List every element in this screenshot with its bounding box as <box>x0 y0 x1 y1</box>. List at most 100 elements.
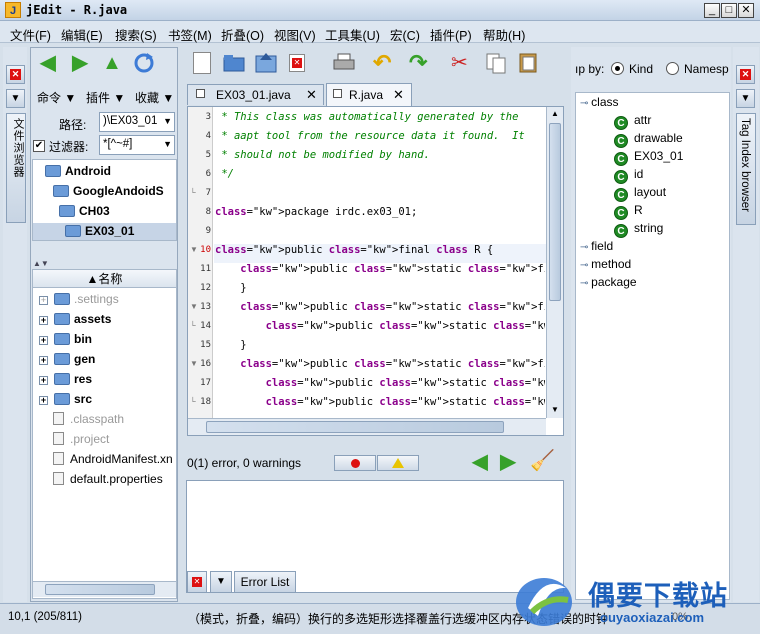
tag-tree-item[interactable]: Cid <box>614 167 643 184</box>
tree-handle-icon[interactable]: ⊸ <box>580 98 591 109</box>
menu-file[interactable]: 文件(F) <box>10 25 51 44</box>
file-browser-dock-tab[interactable]: 文件浏览器 <box>6 113 26 223</box>
menu-view[interactable]: 视图(V) <box>274 25 316 44</box>
next-error-icon[interactable]: ▶ <box>497 451 519 473</box>
show-errors-toggle[interactable] <box>334 455 376 471</box>
close-right-dock-button[interactable]: ✕ <box>736 65 755 84</box>
splitter-handle[interactable]: ▲▼ <box>33 259 49 268</box>
expand-toggle-icon[interactable]: + <box>39 396 48 405</box>
error-panel-menu-button[interactable]: ▼ <box>210 571 232 593</box>
file-list-row[interactable]: .project <box>53 432 109 446</box>
clear-errors-broom-icon[interactable]: 🧹 <box>530 450 555 472</box>
parent-dir-item-selected[interactable]: EX03_01 <box>65 224 134 238</box>
copy-icon[interactable] <box>485 52 507 74</box>
menu-plugins[interactable]: 插件(P) <box>430 25 472 44</box>
tag-index-dock-tab[interactable]: Tag Index browser <box>736 113 756 225</box>
fold-marker-icon[interactable]: ▼ <box>190 359 198 368</box>
fold-marker-icon[interactable]: └ <box>190 321 196 330</box>
tag-tree-item[interactable]: Clayout <box>614 185 666 202</box>
back-arrow-icon[interactable]: ◀ <box>37 52 59 74</box>
line-number: 3 <box>205 112 211 122</box>
file-list-row[interactable]: + bin <box>39 332 92 346</box>
minimize-button[interactable]: _ <box>704 3 720 18</box>
namespace-radio[interactable] <box>666 62 679 75</box>
tag-tree-item[interactable]: CR <box>614 203 643 220</box>
file-list-row[interactable]: default.properties <box>53 472 163 486</box>
tree-handle-icon[interactable]: ⊸ <box>580 260 591 271</box>
tab-r-java[interactable]: R.java ✕ <box>326 83 412 106</box>
new-file-icon[interactable] <box>193 52 211 74</box>
tab-ex03-01[interactable]: EX03_01.java ✕ <box>187 84 324 105</box>
path-input[interactable]: )\EX03_01 ▼ <box>99 112 175 132</box>
maximize-button[interactable]: □ <box>721 3 737 18</box>
file-list-hscroll[interactable] <box>33 581 176 597</box>
refresh-icon[interactable] <box>133 52 155 74</box>
fold-marker-icon[interactable]: ▼ <box>190 302 198 311</box>
tag-tree-group[interactable]: ⊸ field <box>580 239 613 253</box>
show-warnings-toggle[interactable] <box>377 455 419 471</box>
tag-tree-item[interactable]: Cstring <box>614 221 663 238</box>
file-list-row[interactable]: AndroidManifest.xn <box>53 452 173 466</box>
tag-tree-item[interactable]: C EX03_01 <box>614 149 683 166</box>
parent-dir-item[interactable]: GoogleAndoidS <box>53 184 164 198</box>
tree-handle-icon[interactable]: ⊸ <box>580 278 591 289</box>
right-dock-menu-button[interactable]: ▼ <box>736 89 755 108</box>
fold-marker-icon[interactable]: └ <box>190 397 196 406</box>
fold-marker-icon[interactable]: └ <box>190 188 196 197</box>
tag-tree-group[interactable]: ⊸ class <box>580 95 619 109</box>
close-tab-icon[interactable]: ✕ <box>306 87 317 103</box>
close-tab-icon[interactable]: ✕ <box>393 87 404 103</box>
save-icon[interactable] <box>255 53 277 75</box>
tag-tree-group[interactable]: ⊸ package <box>580 275 637 289</box>
open-file-icon[interactable] <box>223 53 245 75</box>
parent-dir-item[interactable]: Android <box>45 164 111 178</box>
error-list-tab[interactable]: Error List <box>234 571 296 593</box>
close-buffer-icon[interactable]: ✕ <box>289 54 305 72</box>
cut-icon[interactable]: ✂ <box>451 52 473 74</box>
undo-icon[interactable]: ↶ <box>373 52 395 74</box>
editor-vscroll[interactable]: ▲ ▼ <box>546 107 563 418</box>
tag-tree-group[interactable]: ⊸ method <box>580 257 631 271</box>
forward-arrow-icon[interactable]: ▶ <box>69 52 91 74</box>
menu-help[interactable]: 帮助(H) <box>483 25 525 44</box>
expand-toggle-icon[interactable]: + <box>39 336 48 345</box>
tag-tree-item[interactable]: Cdrawable <box>614 131 683 148</box>
menu-bookmarks[interactable]: 书签(M) <box>168 25 212 44</box>
plugins-menu[interactable]: 插件 ▼ <box>86 89 125 106</box>
up-arrow-icon[interactable]: ▲ <box>101 52 123 74</box>
menu-edit[interactable]: 编辑(E) <box>61 25 103 44</box>
filter-checkbox[interactable]: ✔ <box>33 140 45 152</box>
paste-icon[interactable] <box>517 51 539 73</box>
close-error-panel-button[interactable]: ✕ <box>187 571 207 593</box>
parent-dir-item[interactable]: CH03 <box>59 204 110 218</box>
file-list-row[interactable]: .classpath <box>53 412 124 426</box>
print-icon[interactable] <box>333 53 355 75</box>
expand-toggle-icon[interactable]: + <box>39 356 48 365</box>
file-list-row[interactable]: + res <box>39 372 92 386</box>
commands-menu[interactable]: 命令 ▼ <box>37 89 76 106</box>
menu-utilities[interactable]: 工具集(U) <box>325 25 380 44</box>
expand-toggle-icon[interactable]: + <box>39 316 48 325</box>
file-list-row[interactable]: + gen <box>39 352 95 366</box>
favorites-menu[interactable]: 收藏 ▼ <box>135 89 174 106</box>
close-dock-button[interactable]: ✕ <box>6 65 25 84</box>
close-button[interactable]: ✕ <box>738 3 754 18</box>
fold-marker-icon[interactable]: ▼ <box>190 245 198 254</box>
menu-search[interactable]: 搜索(S) <box>115 25 157 44</box>
menu-macros[interactable]: 宏(C) <box>390 25 420 44</box>
expand-toggle-icon[interactable]: + <box>39 296 48 305</box>
dock-menu-button[interactable]: ▼ <box>6 89 25 108</box>
redo-icon[interactable]: ↷ <box>409 52 431 74</box>
file-list-row[interactable]: + src <box>39 392 92 406</box>
tag-tree-item[interactable]: Cattr <box>614 113 651 130</box>
editor-hscroll[interactable] <box>188 418 546 435</box>
file-list-row[interactable]: + .settings <box>39 292 119 306</box>
file-list-row[interactable]: + assets <box>39 312 111 326</box>
expand-toggle-icon[interactable]: + <box>39 376 48 385</box>
name-column-header[interactable]: ▲名称 <box>33 270 176 288</box>
previous-error-icon[interactable]: ◀ <box>469 451 491 473</box>
filter-input[interactable]: *[^~#] ▼ <box>99 135 175 155</box>
menu-folding[interactable]: 折叠(O) <box>221 25 264 44</box>
tree-handle-icon[interactable]: ⊸ <box>580 242 591 253</box>
kind-radio[interactable] <box>611 62 624 75</box>
